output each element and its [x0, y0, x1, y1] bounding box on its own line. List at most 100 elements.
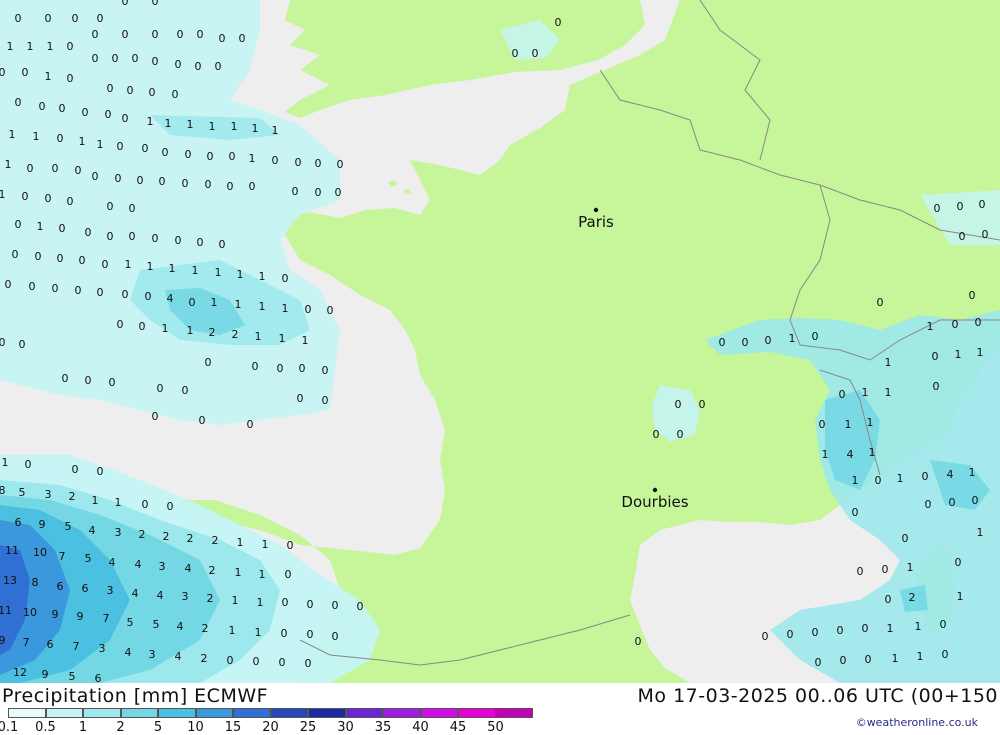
svg-text:0: 0	[22, 190, 29, 203]
svg-text:1: 1	[209, 120, 216, 133]
legend-title: Precipitation [mm] ECMWF	[2, 685, 269, 707]
svg-text:0: 0	[207, 150, 214, 163]
svg-text:1: 1	[147, 260, 154, 273]
svg-text:7: 7	[23, 636, 30, 649]
svg-text:1: 1	[927, 320, 934, 333]
svg-text:1: 1	[27, 40, 34, 53]
svg-text:1: 1	[262, 538, 269, 551]
svg-text:0: 0	[177, 28, 184, 41]
svg-text:3: 3	[45, 488, 52, 501]
legend-swatch	[83, 708, 121, 718]
legend-swatch	[420, 708, 458, 718]
svg-text:1: 1	[229, 624, 236, 637]
legend-swatch	[345, 708, 383, 718]
svg-text:0: 0	[167, 500, 174, 513]
svg-text:0: 0	[215, 60, 222, 73]
svg-text:1: 1	[237, 268, 244, 281]
svg-text:1: 1	[259, 270, 266, 283]
svg-text:0: 0	[227, 654, 234, 667]
svg-text:0: 0	[819, 418, 826, 431]
svg-text:0: 0	[92, 28, 99, 41]
svg-text:1: 1	[97, 138, 104, 151]
credit-link[interactable]: ©weatheronline.co.uk	[856, 716, 978, 729]
svg-text:0: 0	[72, 12, 79, 25]
svg-text:0: 0	[52, 282, 59, 295]
svg-text:1: 1	[977, 346, 984, 359]
svg-text:1: 1	[845, 418, 852, 431]
svg-text:0: 0	[955, 556, 962, 569]
svg-text:1: 1	[187, 118, 194, 131]
svg-text:0: 0	[122, 112, 129, 125]
svg-text:1: 1	[79, 135, 86, 148]
svg-text:0: 0	[882, 563, 889, 576]
svg-text:0: 0	[282, 272, 289, 285]
svg-text:0: 0	[12, 248, 19, 261]
svg-text:2: 2	[202, 622, 209, 635]
svg-text:1: 1	[279, 332, 286, 345]
svg-text:0: 0	[635, 635, 642, 648]
svg-text:1: 1	[969, 466, 976, 479]
svg-text:2: 2	[201, 652, 208, 665]
svg-text:1: 1	[259, 300, 266, 313]
svg-text:1: 1	[92, 494, 99, 507]
svg-text:0: 0	[59, 222, 66, 235]
svg-text:4: 4	[109, 556, 116, 569]
svg-text:0: 0	[189, 296, 196, 309]
svg-text:1: 1	[977, 526, 984, 539]
svg-text:10: 10	[23, 606, 37, 619]
svg-text:0: 0	[127, 84, 134, 97]
svg-text:0: 0	[137, 174, 144, 187]
svg-text:7: 7	[73, 640, 80, 653]
svg-text:0: 0	[109, 376, 116, 389]
svg-text:0: 0	[335, 186, 342, 199]
svg-text:0: 0	[902, 532, 909, 545]
svg-text:3: 3	[107, 584, 114, 597]
svg-text:0: 0	[129, 202, 136, 215]
svg-text:0: 0	[45, 192, 52, 205]
svg-text:6: 6	[15, 516, 22, 529]
svg-text:5: 5	[85, 552, 92, 565]
svg-text:0: 0	[107, 200, 114, 213]
svg-text:0: 0	[105, 108, 112, 121]
svg-text:5: 5	[153, 618, 160, 631]
svg-text:0: 0	[132, 52, 139, 65]
svg-text:10: 10	[33, 546, 47, 559]
svg-text:0: 0	[75, 164, 82, 177]
svg-text:9: 9	[42, 668, 49, 681]
svg-text:1: 1	[232, 594, 239, 607]
svg-text:1: 1	[37, 220, 44, 233]
svg-text:0: 0	[152, 55, 159, 68]
svg-text:1: 1	[915, 620, 922, 633]
svg-text:1: 1	[9, 128, 16, 141]
legend-swatch	[8, 708, 46, 718]
svg-text:0: 0	[305, 303, 312, 316]
svg-text:9: 9	[77, 610, 84, 623]
svg-text:0: 0	[149, 86, 156, 99]
svg-text:0: 0	[287, 539, 294, 552]
svg-text:2: 2	[209, 326, 216, 339]
svg-text:1: 1	[249, 152, 256, 165]
svg-text:4: 4	[157, 589, 164, 602]
svg-text:0: 0	[239, 32, 246, 45]
svg-text:4: 4	[167, 292, 174, 305]
svg-text:2: 2	[209, 564, 216, 577]
svg-text:0: 0	[925, 498, 932, 511]
svg-text:1: 1	[0, 188, 6, 201]
svg-text:0: 0	[512, 47, 519, 60]
svg-text:0: 0	[107, 230, 114, 243]
svg-text:0: 0	[102, 258, 109, 271]
city-label-dourbies: Dourbies	[621, 493, 688, 511]
svg-text:0: 0	[85, 374, 92, 387]
svg-text:0: 0	[297, 392, 304, 405]
map-footer: Precipitation [mm] ECMWF Mo 17-03-2025 0…	[0, 683, 1000, 735]
svg-text:0: 0	[315, 186, 322, 199]
svg-text:0: 0	[277, 362, 284, 375]
svg-text:0: 0	[279, 656, 286, 669]
svg-text:0: 0	[182, 384, 189, 397]
svg-text:1: 1	[282, 302, 289, 315]
svg-text:0: 0	[59, 102, 66, 115]
svg-text:0: 0	[852, 506, 859, 519]
svg-text:1: 1	[885, 386, 892, 399]
svg-text:0: 0	[157, 382, 164, 395]
svg-text:0: 0	[152, 0, 159, 8]
